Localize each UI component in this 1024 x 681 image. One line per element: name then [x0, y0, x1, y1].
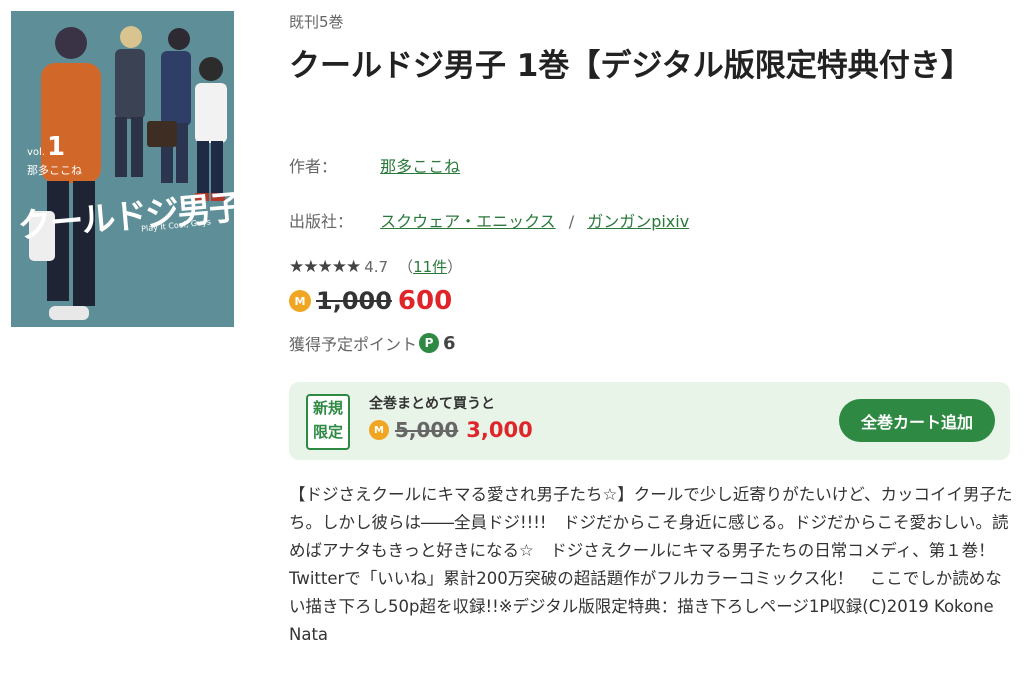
publisher-separator: /: [568, 212, 575, 231]
label-link[interactable]: ガンガンpixiv: [587, 212, 689, 231]
new-user-badge: 新規 限定: [306, 394, 350, 450]
promo-sale-price: 3,000: [466, 418, 533, 442]
cover-volume-label: vol.1: [27, 132, 66, 162]
points-value: 6: [443, 332, 456, 354]
coin-icon: M: [289, 290, 311, 312]
add-all-to-cart-button[interactable]: 全巻カート追加: [839, 399, 995, 442]
price-row: M 1,000 600: [289, 286, 452, 316]
rating-score: 4.7: [364, 257, 389, 276]
bulk-purchase-promo: 新規 限定 全巻まとめて買うと M 5,000 3,000 全巻カート追加: [289, 382, 1010, 460]
book-description: 【ドジさえクールにキマる愛され男子たち☆】クールで少し近寄りがたいけど、カッコイ…: [289, 485, 1013, 644]
promo-price-row: M 5,000 3,000: [369, 418, 533, 442]
cover-author-text: 那多ここね: [27, 164, 82, 177]
rating-row: ★★★★★ 4.7 （11件）: [289, 256, 462, 277]
book-cover-image[interactable]: vol.1 那多ここね クールドジ男子 Play It Cool, Guys: [11, 11, 234, 327]
coin-icon: M: [369, 420, 389, 440]
book-title: クールドジ男子 1巻【デジタル版限定特典付き】: [289, 48, 972, 84]
review-count-link[interactable]: 11件: [413, 258, 447, 276]
publisher-link[interactable]: スクウェア・エニックス: [380, 212, 556, 231]
review-count: （11件）: [398, 258, 463, 276]
author-row: 作者： 那多ここね: [289, 153, 460, 177]
star-rating-icon: ★★★★★: [289, 256, 361, 277]
original-price: 1,000: [316, 287, 392, 315]
points-row: 獲得予定ポイント P 6: [289, 331, 456, 355]
publisher-row: 出版社： スクウェア・エニックス / ガンガンpixiv: [289, 208, 689, 232]
author-label: 作者：: [289, 157, 338, 176]
author-link[interactable]: 那多ここね: [380, 157, 460, 176]
sale-price: 600: [397, 286, 453, 316]
series-volume-count: 既刊5巻: [289, 13, 344, 31]
publisher-label: 出版社：: [289, 212, 354, 231]
promo-original-price: 5,000: [395, 418, 459, 442]
points-label: 獲得予定ポイント: [289, 335, 418, 354]
promo-lead-text: 全巻まとめて買うと: [369, 396, 495, 412]
points-icon: P: [419, 333, 440, 353]
